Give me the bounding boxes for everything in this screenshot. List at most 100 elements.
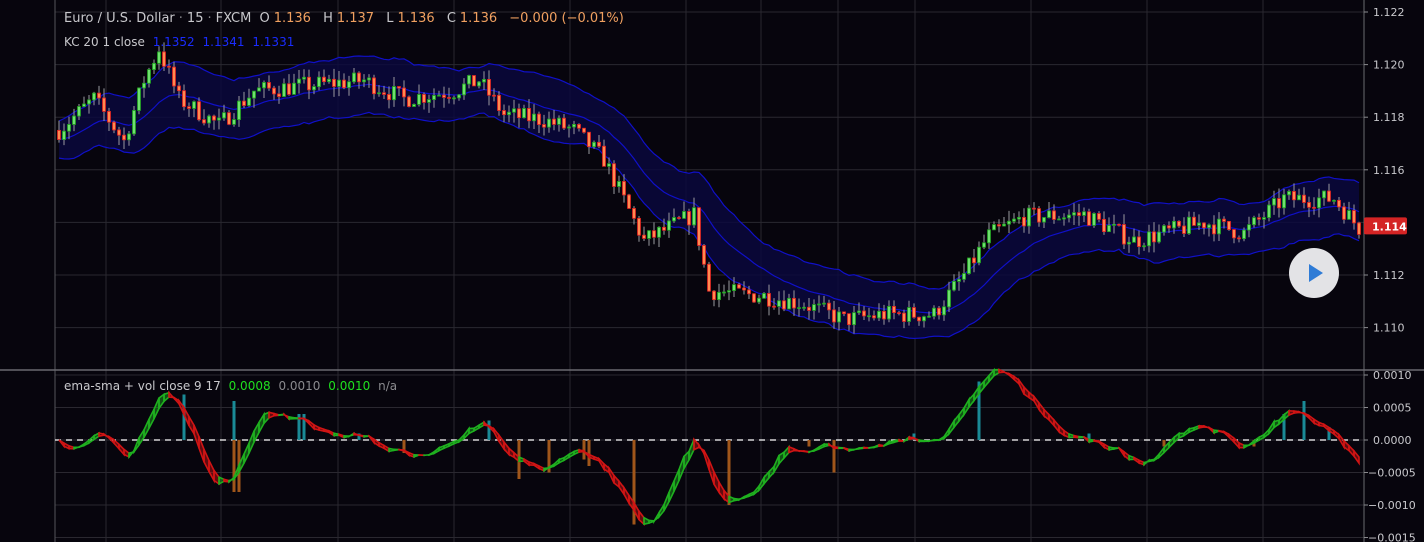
candle-down — [387, 94, 391, 101]
volume-bar-down — [807, 440, 811, 447]
candle-down — [472, 75, 476, 87]
candle-down — [552, 118, 556, 125]
candle-up — [377, 92, 381, 95]
candle-up — [532, 113, 536, 122]
candle-down — [562, 117, 566, 129]
candle-down — [1167, 225, 1171, 229]
candle-down — [182, 90, 186, 108]
candle-down — [1337, 199, 1341, 208]
candle-up — [427, 99, 431, 103]
candle-up — [692, 207, 696, 226]
candle-down — [1177, 220, 1181, 227]
candle-up — [942, 306, 946, 316]
symbol-legend[interactable]: Euro / U.S. Dollar · 15 · FXCM O 1.136 H 1.137… — [64, 11, 628, 26]
candle-down — [807, 306, 811, 311]
candle-up — [607, 163, 611, 167]
candle-down — [112, 121, 116, 131]
candle-down — [847, 313, 851, 326]
exchange: FXCM — [215, 11, 252, 26]
candle-down — [697, 207, 701, 246]
play-button[interactable] — [1289, 248, 1339, 298]
candle-up — [657, 226, 661, 238]
candle-down — [1357, 222, 1361, 235]
candle-up — [1092, 213, 1096, 226]
candle-up — [237, 100, 241, 121]
candle-up — [732, 284, 736, 292]
candle-down — [492, 94, 496, 97]
candle-up — [1252, 217, 1256, 226]
candle-down — [702, 245, 706, 265]
candle-up — [147, 69, 151, 84]
candle-up — [672, 217, 676, 222]
candle-up — [1112, 223, 1116, 226]
kc-lower: 1.1331 — [252, 35, 295, 49]
candle-down — [167, 65, 171, 68]
candle-down — [902, 312, 906, 322]
candle-down — [287, 83, 291, 95]
candle-up — [867, 315, 871, 318]
candle-down — [827, 302, 831, 311]
candle-up — [1197, 222, 1201, 226]
candle-up — [232, 119, 236, 125]
candle-up — [1282, 194, 1286, 209]
candle-up — [247, 97, 251, 106]
candle-down — [332, 78, 336, 87]
candle-down — [677, 217, 681, 219]
candle-down — [687, 211, 691, 226]
oscillator-legend[interactable]: ema-sma + vol close 9 17 0.0008 0.0010 0… — [64, 379, 401, 393]
candle-up — [92, 92, 96, 101]
candle-up — [417, 94, 421, 105]
candle-up — [1057, 218, 1061, 221]
candle-up — [667, 220, 671, 231]
candle-up — [1157, 231, 1161, 243]
candle-down — [227, 112, 231, 125]
interval: 15 — [186, 11, 204, 26]
candle-up — [392, 86, 396, 101]
candle-down — [407, 96, 411, 107]
candle-up — [157, 51, 161, 64]
candle-up — [207, 115, 211, 124]
candle-down — [632, 208, 636, 219]
chart-canvas[interactable]: 1.122 1.120 1.118 1.116 1.114 1.112 1.110 0.001… — [0, 0, 1424, 542]
candle-down — [862, 310, 866, 317]
candle-down — [117, 129, 121, 136]
candle-up — [412, 104, 416, 107]
osc-value-3: 0.0010 — [328, 379, 371, 393]
candle-down — [267, 82, 271, 89]
candle-down — [1342, 206, 1346, 220]
candle-up — [817, 303, 821, 306]
candle-down — [752, 293, 756, 303]
candle-down — [652, 230, 656, 238]
candle-up — [262, 82, 266, 89]
candle-up — [1242, 229, 1246, 240]
candle-down — [662, 226, 666, 231]
candle-up — [367, 77, 371, 81]
candle-up — [1317, 197, 1321, 209]
candle-down — [1292, 191, 1296, 201]
osc-label: ema-sma + vol close 9 17 — [64, 379, 221, 393]
candle-down — [612, 163, 616, 187]
candle-up — [352, 72, 356, 83]
candle-up — [302, 76, 306, 80]
candle-down — [442, 94, 446, 98]
candle-up — [802, 306, 806, 309]
candle-down — [177, 85, 181, 92]
candle-down — [602, 145, 606, 167]
candle-up — [327, 78, 331, 83]
kc-middle: 1.1341 — [202, 35, 245, 49]
close-label: C — [446, 11, 456, 26]
candle-up — [452, 97, 456, 100]
kc-legend[interactable]: KC 20 1 close 1.1352 1.1341 1.1331 — [64, 35, 298, 49]
price-axis-label: 1.112 — [1373, 269, 1405, 282]
osc-value-2: 0.0010 — [278, 379, 321, 393]
candle-down — [382, 92, 386, 95]
candle-down — [1327, 190, 1331, 202]
osc-value-1: 0.0008 — [228, 379, 271, 393]
candle-down — [1352, 210, 1356, 224]
candle-down — [742, 287, 746, 291]
volume-bar-down — [582, 440, 586, 460]
candle-up — [337, 79, 341, 87]
candle-up — [132, 110, 136, 135]
candle-up — [347, 81, 351, 89]
candle-up — [857, 310, 861, 314]
